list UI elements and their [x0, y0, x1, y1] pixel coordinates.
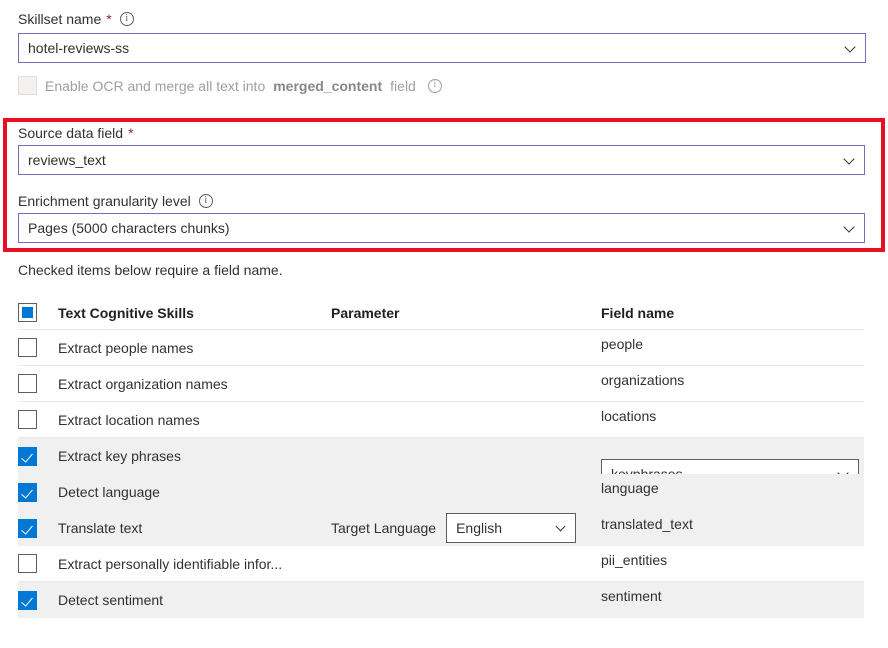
required-asterisk: *: [127, 126, 133, 140]
column-header-parameter: Parameter: [331, 305, 601, 321]
table-row[interactable]: Extract organization names organizations: [18, 366, 864, 402]
skillset-name-input[interactable]: hotel-reviews-ss: [18, 33, 866, 63]
field-name-value: translated_text: [601, 516, 693, 532]
source-data-field-value: reviews_text: [28, 152, 106, 168]
enrichment-granularity-label: Enrichment granularity level i: [18, 192, 213, 210]
skill-checkbox-cell: [18, 591, 58, 610]
parameter-label: Target Language: [331, 520, 436, 536]
cognitive-skills-table: Text Cognitive Skills Parameter Field na…: [18, 296, 864, 618]
skill-checkbox-cell: [18, 338, 58, 357]
skill-name: Extract key phrases: [58, 448, 331, 464]
skill-checkbox-cell: [18, 554, 58, 573]
info-icon[interactable]: i: [199, 194, 213, 208]
field-name-cell: language: [601, 484, 864, 500]
table-row[interactable]: Detect language language: [18, 474, 864, 510]
field-name-requirement-note: Checked items below require a field name…: [18, 262, 283, 278]
field-name-cell: people: [601, 340, 864, 356]
skill-checkbox[interactable]: [18, 483, 37, 502]
skill-name: Extract organization names: [58, 376, 331, 392]
skill-checkbox[interactable]: [18, 338, 37, 357]
skill-parameter-cell: Target Language English: [331, 513, 601, 543]
chevron-down-icon[interactable]: [556, 522, 568, 534]
skillset-name-value: hotel-reviews-ss: [28, 40, 129, 56]
select-all-cell: [18, 303, 58, 322]
info-icon[interactable]: i: [428, 79, 442, 93]
field-name-value: organizations: [601, 372, 684, 388]
skillset-name-field-group: Skillset name * i: [18, 10, 866, 28]
info-icon[interactable]: i: [120, 12, 134, 26]
enrichment-granularity-value: Pages (5000 characters chunks): [28, 220, 230, 236]
skill-checkbox-cell: [18, 483, 58, 502]
skill-checkbox-cell: [18, 410, 58, 429]
skill-name: Translate text: [58, 520, 331, 536]
field-name-value: sentiment: [601, 588, 662, 604]
enable-ocr-checkbox: [18, 76, 37, 95]
skill-checkbox[interactable]: [18, 447, 37, 466]
skill-name: Extract people names: [58, 340, 331, 356]
skill-checkbox[interactable]: [18, 591, 37, 610]
skill-name: Extract location names: [58, 412, 331, 428]
enable-ocr-text-before: Enable OCR and merge all text into: [45, 78, 265, 94]
source-data-field-label-text: Source data field: [18, 124, 123, 142]
field-name-value: pii_entities: [601, 552, 667, 568]
field-name-cell: pii_entities: [601, 556, 864, 572]
skill-name: Detect language: [58, 484, 331, 500]
skill-name: Detect sentiment: [58, 592, 331, 608]
skill-checkbox[interactable]: [18, 519, 37, 538]
field-name-cell: locations: [601, 412, 864, 428]
chevron-down-icon[interactable]: [844, 222, 856, 234]
field-name-value: language: [601, 480, 659, 496]
table-row[interactable]: Detect sentiment sentiment: [18, 582, 864, 618]
table-row[interactable]: Translate textTarget Language English tran…: [18, 510, 864, 546]
target-language-select[interactable]: English: [446, 513, 576, 543]
skillset-name-label: Skillset name * i: [18, 10, 866, 28]
skillset-configuration-page: Skillset name * i hotel-reviews-ss Enable…: [0, 0, 888, 648]
field-name-cell: translated_text: [601, 520, 864, 536]
required-asterisk: *: [105, 12, 111, 26]
enable-ocr-row: Enable OCR and merge all text into merge…: [18, 76, 442, 95]
select-all-checkbox[interactable]: [18, 303, 37, 322]
table-row[interactable]: Extract location names locations: [18, 402, 864, 438]
skillset-name-label-text: Skillset name: [18, 10, 101, 28]
table-row[interactable]: Extract personally identifiable infor...…: [18, 546, 864, 582]
skill-name: Extract personally identifiable infor...: [58, 556, 331, 572]
source-data-field-select[interactable]: reviews_text: [18, 145, 865, 175]
column-header-skills: Text Cognitive Skills: [58, 305, 331, 321]
skill-checkbox[interactable]: [18, 410, 37, 429]
skill-checkbox[interactable]: [18, 374, 37, 393]
skill-checkbox-cell: [18, 374, 58, 393]
table-header-row: Text Cognitive Skills Parameter Field na…: [18, 296, 864, 330]
field-name-cell: sentiment: [601, 592, 864, 608]
enable-ocr-text-after: field: [390, 78, 416, 94]
merged-content-field-name: merged_content: [273, 78, 382, 94]
table-row[interactable]: Extract people names people: [18, 330, 864, 366]
table-body: Extract people names people Extract organi…: [18, 330, 864, 618]
column-header-field-name: Field name: [601, 305, 864, 321]
field-name-value: locations: [601, 408, 656, 424]
chevron-down-icon[interactable]: [844, 154, 856, 166]
field-name-cell: organizations: [601, 376, 864, 392]
chevron-down-icon[interactable]: [845, 42, 857, 54]
source-data-field-label: Source data field *: [18, 124, 134, 142]
enrichment-granularity-label-text: Enrichment granularity level: [18, 192, 191, 210]
skill-checkbox[interactable]: [18, 554, 37, 573]
field-name-value: people: [601, 336, 643, 352]
skill-checkbox-cell: [18, 519, 58, 538]
enrichment-granularity-select[interactable]: Pages (5000 characters chunks): [18, 213, 865, 243]
skill-checkbox-cell: [18, 447, 58, 466]
table-row[interactable]: Extract key phraseskeyphrases: [18, 438, 864, 474]
target-language-value: English: [456, 520, 502, 536]
